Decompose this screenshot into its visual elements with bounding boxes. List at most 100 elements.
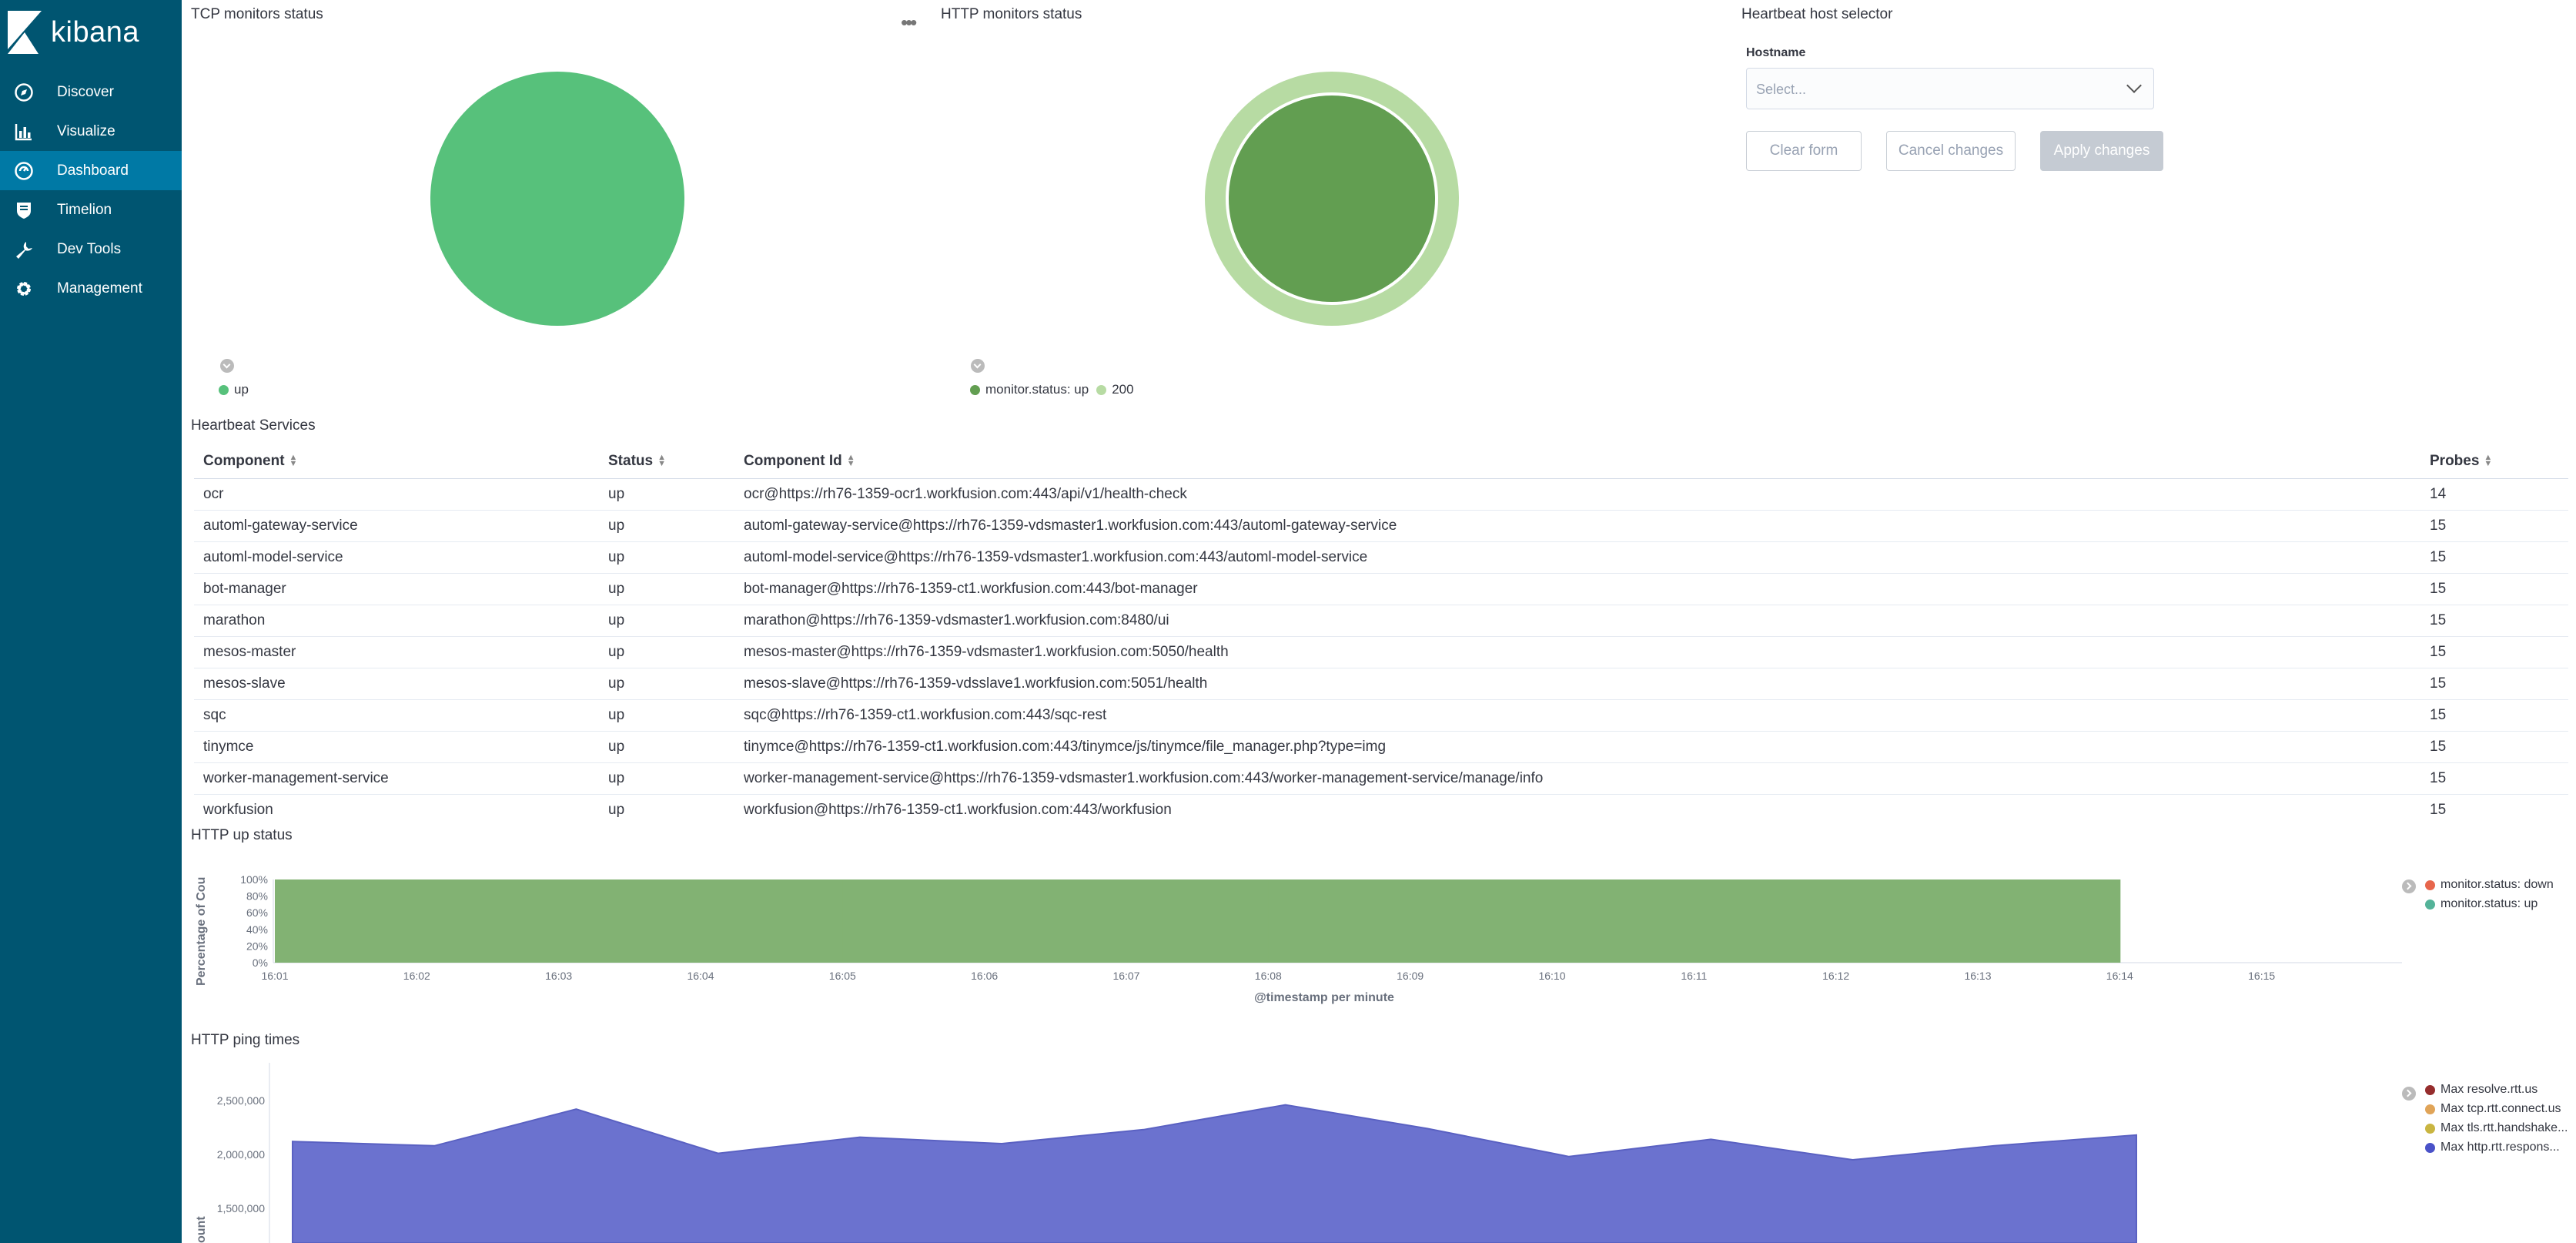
main-nav: Discover Visualize Dashboard Timelion De…	[0, 72, 182, 308]
cell-probes: 15	[2430, 644, 2447, 660]
legend-dot-icon	[219, 384, 229, 395]
http-legend: monitor.status: up 200	[970, 382, 1134, 397]
up-status-chart: 100% 80% 60% 40% 20% 0% 16:01 16:02 16:03 16:04 1…	[195, 873, 2402, 1004]
x-tick-label: 16:06	[971, 970, 998, 982]
cell-probes: 15	[2430, 675, 2447, 692]
nav-item-dev-tools[interactable]: Dev Tools	[0, 230, 182, 269]
nav-item-discover[interactable]: Discover	[0, 72, 182, 112]
legend-item-down[interactable]: monitor.status: down	[2425, 878, 2554, 892]
x-tick-label: 16:04	[687, 970, 714, 982]
legend-label: Max tls.rtt.handshake...	[2441, 1121, 2568, 1134]
legend-item-resolve[interactable]: Max resolve.rtt.us	[2425, 1083, 2538, 1097]
chevron-down-icon	[2126, 78, 2142, 93]
gear-icon	[12, 277, 35, 300]
nav-item-timelion[interactable]: Timelion	[0, 190, 182, 230]
table-row: workfusion up workfusion@https://rh76-1359…	[194, 795, 2568, 826]
cell-status: up	[608, 739, 625, 755]
legend-toggle-icon[interactable]	[2402, 1087, 2416, 1101]
bar-monitor-status-up[interactable]	[1126, 879, 1270, 963]
cell-probes: 15	[2430, 707, 2447, 723]
legend-item-up[interactable]: monitor.status: up	[2425, 897, 2538, 911]
cell-status: up	[608, 612, 625, 628]
bar-monitor-status-up[interactable]	[558, 879, 701, 963]
clear-form-button[interactable]: Clear form	[1746, 131, 1862, 171]
kibana-logo-icon	[8, 11, 42, 54]
bar-monitor-status-up[interactable]	[275, 879, 418, 963]
legend-label: Max resolve.rtt.us	[2441, 1083, 2538, 1096]
bar-monitor-status-up[interactable]	[1268, 879, 1411, 963]
cell-component: workfusion	[203, 802, 273, 818]
cell-status: up	[608, 707, 625, 723]
legend-item-handshake[interactable]: Max tls.rtt.handshake...	[2425, 1121, 2568, 1135]
cell-component: ocr	[203, 486, 224, 502]
x-tick-label: 16:14	[2106, 970, 2133, 982]
cell-component: automl-gateway-service	[203, 518, 358, 534]
nav-item-management[interactable]: Management	[0, 269, 182, 308]
legend-label: Max http.rtt.respons...	[2441, 1141, 2560, 1154]
cell-probes: 15	[2430, 770, 2447, 786]
bar-monitor-status-up[interactable]	[1835, 879, 1979, 963]
cell-status: up	[608, 675, 625, 692]
cancel-changes-button[interactable]: Cancel changes	[1886, 131, 2016, 171]
column-header-probes[interactable]: Probes ▲ ▼	[2430, 453, 2492, 470]
legend-dot-icon	[970, 384, 980, 395]
column-header-status[interactable]: Status ▲ ▼	[608, 453, 666, 470]
apply-changes-button[interactable]: Apply changes	[2040, 131, 2163, 171]
y-tick-label: 80%	[246, 890, 268, 903]
table-row: automl-model-service up automl-model-servi…	[194, 542, 2568, 574]
bar-monitor-status-up[interactable]	[1978, 879, 2121, 963]
bar-monitor-status-up[interactable]	[842, 879, 985, 963]
legend-item-connect[interactable]: Max tcp.rtt.connect.us	[2425, 1102, 2561, 1116]
nav-item-visualize[interactable]: Visualize	[0, 112, 182, 151]
nav-item-dashboard[interactable]: Dashboard	[0, 151, 182, 190]
cell-component-id: bot-manager@https://rh76-1359-ct1.workfu…	[744, 581, 1198, 597]
cell-component-id: mesos-slave@https://rh76-1359-vdsslave1.…	[744, 675, 1208, 692]
hostname-placeholder: Select...	[1756, 82, 1807, 97]
services-table: Component ▲ ▼ Status ▲ ▼ Component Id ▲ ▼ Prob…	[194, 444, 2568, 826]
area-http-rtt-response[interactable]	[292, 1104, 2137, 1243]
hostname-select[interactable]: Select...	[1746, 68, 2154, 109]
legend-toggle-icon[interactable]	[2402, 879, 2416, 893]
column-header-component-id[interactable]: Component Id ▲ ▼	[744, 453, 855, 470]
legend-label-monitor-up[interactable]: monitor.status: up	[985, 382, 1089, 397]
sort-icon: ▲ ▼	[289, 453, 298, 469]
legend-label-200[interactable]: 200	[1112, 382, 1133, 397]
ping-times-title: HTTP ping times	[191, 1032, 300, 1048]
dashboard-icon	[12, 159, 35, 183]
y-tick-label: 100%	[240, 873, 268, 886]
bar-monitor-status-up[interactable]	[1552, 879, 1695, 963]
cell-status: up	[608, 802, 625, 818]
legend-label-up[interactable]: up	[234, 382, 249, 397]
panel-options-icon[interactable]: •••	[901, 11, 917, 35]
x-tick-label: 16:12	[1822, 970, 1849, 982]
cell-component: marathon	[203, 612, 266, 628]
kibana-logo[interactable]: kibana	[8, 8, 139, 57]
host-selector-title: Heartbeat host selector	[1741, 6, 1893, 22]
x-tick-label: 16:15	[2248, 970, 2275, 982]
cell-component-id: automl-model-service@https://rh76-1359-v…	[744, 549, 1368, 565]
bar-monitor-status-up[interactable]	[1410, 879, 1553, 963]
bar-monitor-status-up[interactable]	[984, 879, 1127, 963]
legend-toggle-icon[interactable]	[971, 359, 985, 373]
bar-monitor-status-up[interactable]	[1694, 879, 1837, 963]
bar-monitor-status-up[interactable]	[417, 879, 560, 963]
y-tick-label: 40%	[246, 923, 268, 936]
legend-item-response[interactable]: Max http.rtt.respons...	[2425, 1141, 2560, 1154]
cell-probes: 15	[2430, 612, 2447, 628]
cell-status: up	[608, 486, 625, 502]
bar-monitor-status-up[interactable]	[701, 879, 844, 963]
http-donut-chart	[1205, 72, 1459, 326]
legend-label: monitor.status: up	[2441, 897, 2538, 910]
x-tick-label: 16:11	[1681, 970, 1707, 982]
y-tick-label: 2,000,000	[217, 1148, 265, 1161]
y-tick-label: 1,500,000	[217, 1202, 265, 1215]
legend-dot-icon	[1096, 384, 1107, 395]
up-status-ylabel: Percentage of Cou	[195, 877, 208, 986]
table-row: marathon up marathon@https://rh76-1359-vds…	[194, 605, 2568, 637]
column-header-component[interactable]: Component ▲ ▼	[203, 453, 297, 470]
x-tick-label: 16:13	[1964, 970, 1991, 982]
cell-status: up	[608, 644, 625, 660]
legend-toggle-icon[interactable]	[220, 359, 234, 373]
cell-component: mesos-slave	[203, 675, 286, 692]
y-tick-label: 2,500,000	[217, 1094, 265, 1107]
